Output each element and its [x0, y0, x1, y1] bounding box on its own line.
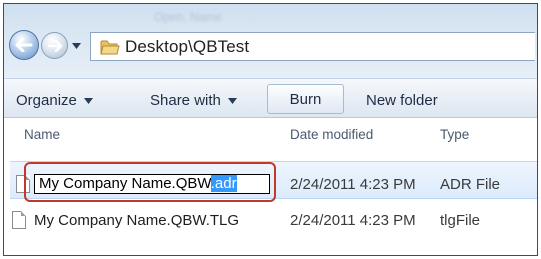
organize-button[interactable]: Organize: [16, 92, 93, 109]
file-name[interactable]: My Company Name.QBW.TLG: [34, 212, 239, 229]
explorer-window: Open, Name Desktop\QBTest Organize Share…: [3, 3, 538, 256]
address-bar-area: Open, Name Desktop\QBTest: [4, 4, 537, 78]
forward-button[interactable]: [41, 32, 68, 59]
burn-button[interactable]: Burn: [267, 84, 344, 114]
file-type: ADR File: [440, 176, 501, 193]
back-button[interactable]: [9, 30, 39, 60]
back-arrow-icon: [15, 38, 33, 52]
file-type: tlgFile: [440, 212, 481, 229]
new-folder-button[interactable]: New folder: [366, 92, 438, 109]
burn-label: Burn: [289, 90, 322, 108]
chevron-down-icon: [83, 97, 93, 104]
chevron-down-icon: [71, 43, 81, 49]
organize-label: Organize: [16, 92, 77, 109]
column-header-type[interactable]: Type: [440, 127, 469, 142]
address-bar[interactable]: Desktop\QBTest: [90, 32, 535, 61]
annotation-highlight: [24, 162, 276, 202]
folder-icon: [100, 38, 120, 56]
window-title: Open, Name: [154, 10, 223, 24]
forward-arrow-icon: [47, 39, 62, 52]
column-header-name[interactable]: Name: [24, 127, 60, 142]
share-with-button[interactable]: Share with: [150, 92, 237, 109]
column-header-date[interactable]: Date modified: [290, 127, 373, 142]
file-icon: [12, 211, 26, 229]
recent-locations-button[interactable]: [70, 41, 82, 51]
file-date: 2/24/2011 4:23 PM: [290, 176, 416, 193]
chevron-down-icon: [227, 97, 237, 104]
file-date: 2/24/2011 4:23 PM: [290, 212, 416, 229]
command-toolbar: Organize Share with Burn New folder: [4, 78, 537, 118]
share-with-label: Share with: [150, 92, 221, 109]
address-path: Desktop\QBTest: [125, 36, 250, 56]
new-folder-label: New folder: [366, 92, 438, 109]
